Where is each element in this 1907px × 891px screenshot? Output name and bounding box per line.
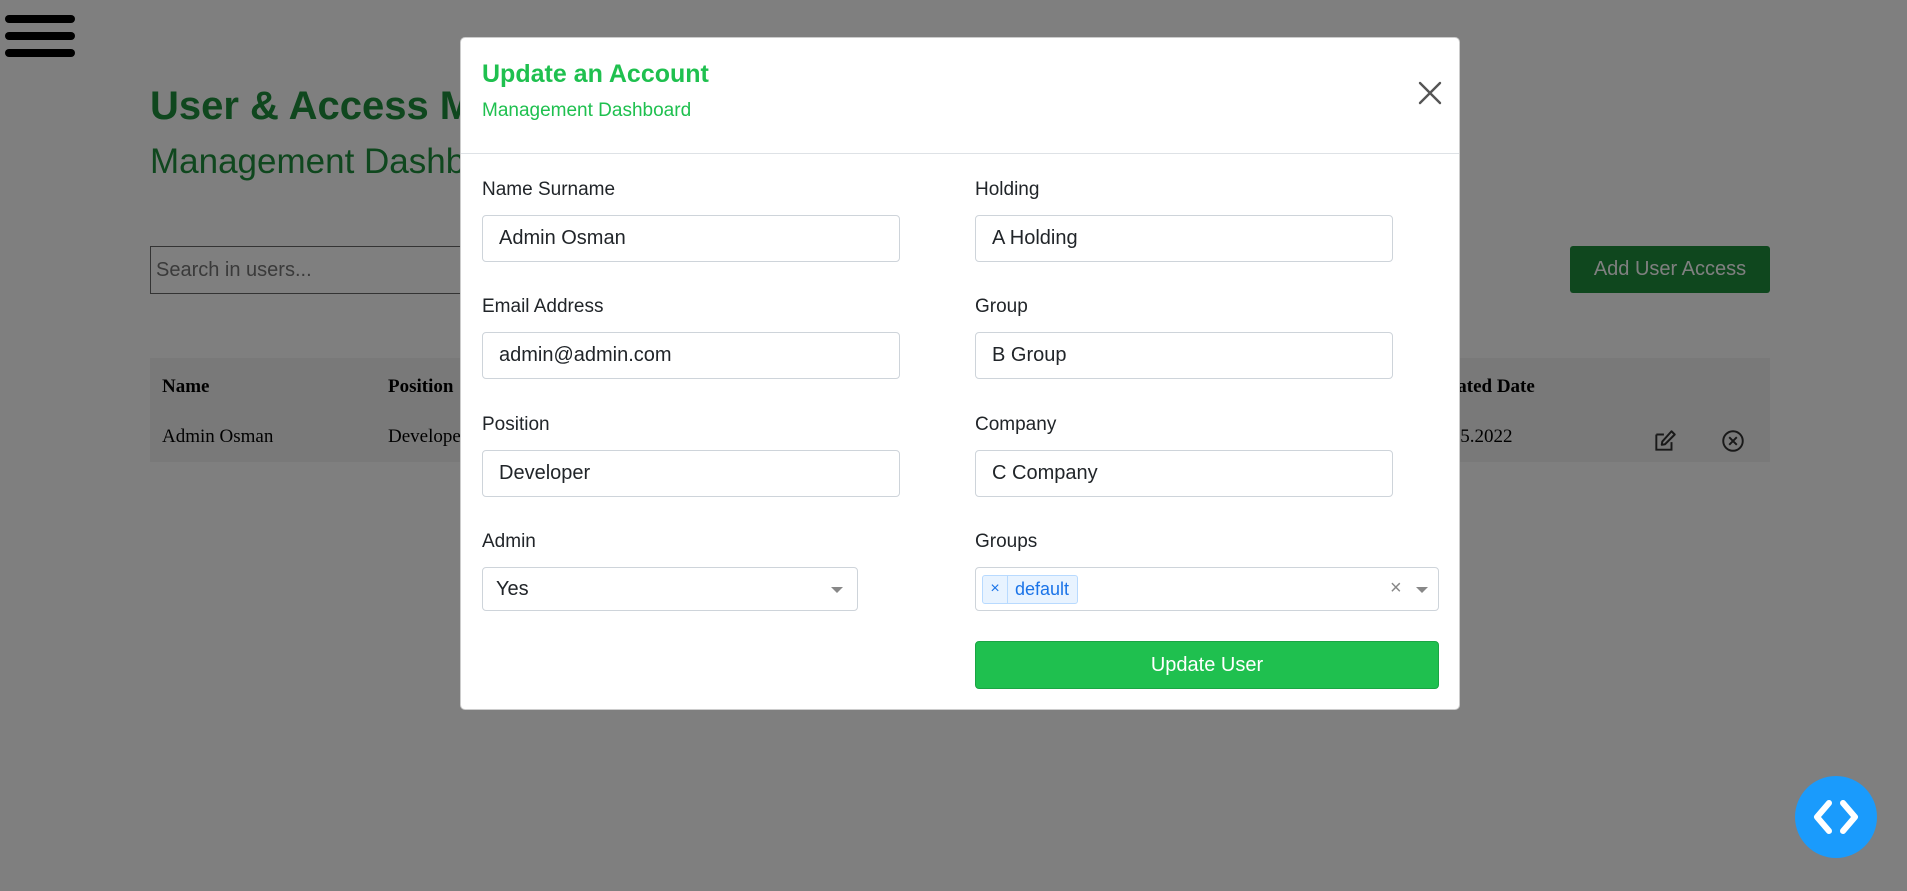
- holding-label: Holding: [975, 179, 1040, 200]
- group-tag-label: default: [1015, 579, 1070, 599]
- chevron-down-icon: [831, 587, 843, 593]
- code-icon: [1814, 800, 1858, 834]
- admin-label: Admin: [482, 531, 536, 552]
- name-surname-input[interactable]: [482, 215, 900, 262]
- close-icon[interactable]: [1415, 78, 1445, 108]
- group-tag: × default: [982, 575, 1078, 604]
- update-account-modal: Update an Account Management Dashboard N…: [460, 37, 1460, 710]
- update-user-button[interactable]: Update User: [975, 641, 1439, 689]
- clear-selection-icon[interactable]: ×: [1390, 577, 1402, 600]
- company-input[interactable]: [975, 450, 1393, 497]
- position-input[interactable]: [482, 450, 900, 497]
- modal-subtitle: Management Dashboard: [482, 100, 692, 121]
- group-input[interactable]: [975, 332, 1393, 379]
- code-toggle-button[interactable]: [1795, 776, 1877, 858]
- group-label: Group: [975, 296, 1028, 317]
- chevron-down-icon: [1416, 587, 1428, 593]
- groups-label: Groups: [975, 531, 1038, 552]
- name-surname-label: Name Surname: [482, 179, 616, 200]
- holding-input[interactable]: [975, 215, 1393, 262]
- email-address-input[interactable]: [482, 332, 900, 379]
- tag-remove-icon[interactable]: ×: [983, 576, 1008, 603]
- position-label: Position: [482, 414, 550, 435]
- email-address-label: Email Address: [482, 296, 604, 317]
- admin-select[interactable]: Yes: [482, 567, 858, 611]
- modal-title: Update an Account: [482, 60, 709, 88]
- admin-select-value: Yes: [496, 578, 529, 600]
- modal-header: Update an Account Management Dashboard: [461, 38, 1459, 154]
- groups-multiselect[interactable]: × default ×: [975, 567, 1439, 611]
- company-label: Company: [975, 414, 1057, 435]
